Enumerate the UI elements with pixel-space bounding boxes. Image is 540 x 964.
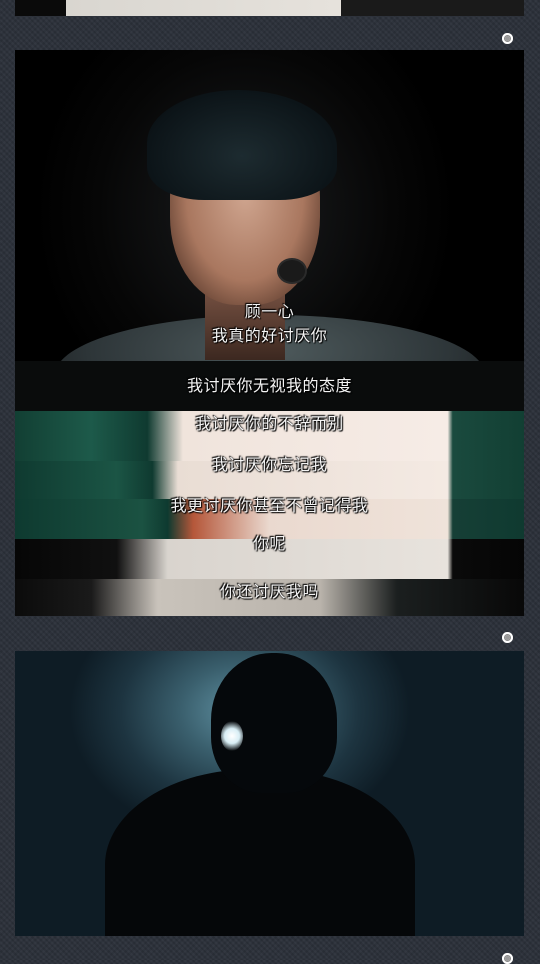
headset-light-icon (221, 721, 243, 751)
radio-indicator-icon[interactable] (502, 632, 513, 643)
subtitle-line: 我讨厌你忘记我 (211, 455, 328, 474)
subtitle-line: 我讨厌你无视我的态度 (186, 376, 352, 395)
subtitle-line: 我讨厌你的不辞而别 (195, 414, 344, 433)
subtitle-line: 你呢 (252, 534, 286, 553)
subtitle-line: 我更讨厌你甚至不曾记得我 (170, 496, 369, 515)
image-card-subtitles[interactable]: 顾一心 我真的好讨厌你 我讨厌你无视我的态度 我讨厌你的不辞而别 我讨厌你忘记我… (15, 50, 524, 616)
radio-indicator-icon[interactable] (502, 953, 513, 964)
portrait-hair (147, 90, 337, 200)
subtitle-speaker: 顾一心 (244, 302, 295, 321)
silhouette-body (105, 769, 415, 936)
radio-indicator-icon[interactable] (502, 33, 513, 44)
subtitle-line: 你还讨厌我吗 (219, 582, 319, 601)
headset-mic-icon (279, 260, 305, 282)
image-card-silhouette[interactable] (15, 651, 524, 936)
subtitle-line: 我真的好讨厌你 (211, 326, 328, 345)
image-card-partial-top[interactable] (15, 0, 524, 16)
